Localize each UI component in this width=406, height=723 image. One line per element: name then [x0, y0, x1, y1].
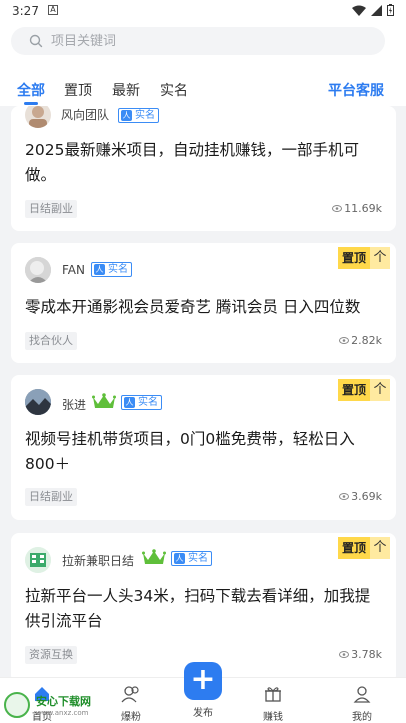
- crown-icon: [92, 393, 116, 408]
- verified-person-icon: 人: [121, 110, 132, 121]
- post-tag: 日结副业: [25, 200, 77, 218]
- post-author[interactable]: 张进: [62, 396, 86, 413]
- publish-label: 发布: [193, 708, 213, 719]
- nav-fans[interactable]: 爆粉: [106, 684, 156, 723]
- pin-arrow-icon: 个: [370, 537, 390, 559]
- customer-service-link[interactable]: 平台客服: [328, 80, 384, 100]
- post-title[interactable]: 视频号挂机带货项目，0门0槛免费带，轻松日入800＋: [25, 427, 378, 477]
- post-author[interactable]: FAN: [62, 263, 85, 277]
- eye-icon: [339, 493, 350, 500]
- pinned-badge: 置顶 个: [337, 379, 390, 401]
- crown-icon: [142, 549, 166, 564]
- search-bar-container: [0, 22, 406, 62]
- avatar: [25, 547, 51, 573]
- post-card[interactable]: 张进 人实名 置顶 个 视频号挂机带货项目，0门0槛免费带，轻松日入800＋ 日…: [11, 375, 396, 520]
- active-tab-indicator: [24, 102, 38, 105]
- users-icon: [121, 686, 139, 703]
- verified-person-icon: 人: [94, 264, 105, 275]
- post-card[interactable]: 风向团队 人实名 2025最新赚米项目，自动挂机赚钱，一部手机可做。 日结副业 …: [11, 106, 396, 231]
- watermark-logo-icon: [4, 692, 30, 718]
- post-title[interactable]: 拉新平台一人头34米，扫码下载去看详细，加我提供引流平台: [25, 584, 378, 634]
- notification-a-icon: A: [48, 5, 58, 15]
- view-count: 2.82k: [339, 334, 382, 347]
- post-tag: 找合伙人: [25, 332, 77, 350]
- status-bar: 3:27 A: [0, 0, 406, 22]
- avatar: [25, 257, 51, 283]
- eye-icon: [339, 651, 350, 658]
- post-author[interactable]: 拉新兼职日结: [62, 552, 134, 569]
- view-count: 11.69k: [332, 202, 382, 215]
- status-time: 3:27: [12, 4, 39, 18]
- view-count: 3.69k: [339, 490, 382, 503]
- eye-icon: [339, 337, 350, 344]
- signal-icon: [371, 4, 382, 16]
- tab-verified[interactable]: 实名: [160, 80, 188, 100]
- user-icon: [353, 686, 371, 703]
- view-count: 3.78k: [339, 648, 382, 661]
- site-watermark: 安心下载网 www.anxz.com: [2, 690, 102, 722]
- verified-person-icon: 人: [174, 553, 185, 564]
- post-title[interactable]: 零成本开通影视会员爱奇艺 腾讯会员 日入四位数: [25, 295, 378, 320]
- publish-button[interactable]: +: [184, 662, 222, 700]
- verified-badge: 人实名: [118, 108, 159, 123]
- nav-earn[interactable]: 赚钱: [248, 684, 298, 723]
- avatar: [25, 106, 51, 128]
- post-title[interactable]: 2025最新赚米项目，自动挂机赚钱，一部手机可做。: [25, 138, 378, 188]
- post-tag: 日结副业: [25, 488, 77, 506]
- pin-arrow-icon: 个: [370, 379, 390, 401]
- avatar: [25, 389, 51, 415]
- verified-badge: 人实名: [171, 551, 212, 566]
- nav-mine[interactable]: 我的: [337, 684, 387, 723]
- search-icon: [29, 34, 43, 48]
- eye-icon: [332, 205, 343, 212]
- tab-all[interactable]: 全部: [17, 80, 45, 100]
- battery-icon: [387, 4, 394, 16]
- gift-icon: [265, 687, 281, 702]
- post-tag: 资源互换: [25, 646, 77, 664]
- filter-tabs: 全部 置顶 最新 实名 平台客服: [0, 62, 406, 106]
- post-card[interactable]: FAN 人实名 置顶 个 零成本开通影视会员爱奇艺 腾讯会员 日入四位数 找合伙…: [11, 243, 396, 363]
- pinned-badge: 置顶 个: [337, 247, 390, 269]
- pinned-badge: 置顶 个: [337, 537, 390, 559]
- post-card[interactable]: 拉新兼职日结 人实名 置顶 个 拉新平台一人头34米，扫码下载去看详细，加我提供…: [11, 533, 396, 683]
- tab-pinned[interactable]: 置顶: [64, 80, 92, 100]
- tab-latest[interactable]: 最新: [112, 80, 140, 100]
- wifi-icon: [352, 5, 366, 16]
- search-input[interactable]: [51, 27, 351, 55]
- pin-arrow-icon: 个: [370, 247, 390, 269]
- verified-badge: 人实名: [121, 395, 162, 410]
- verified-badge: 人实名: [91, 262, 132, 277]
- verified-person-icon: 人: [124, 397, 135, 408]
- search-box[interactable]: [11, 27, 385, 55]
- post-author[interactable]: 风向团队: [61, 106, 109, 123]
